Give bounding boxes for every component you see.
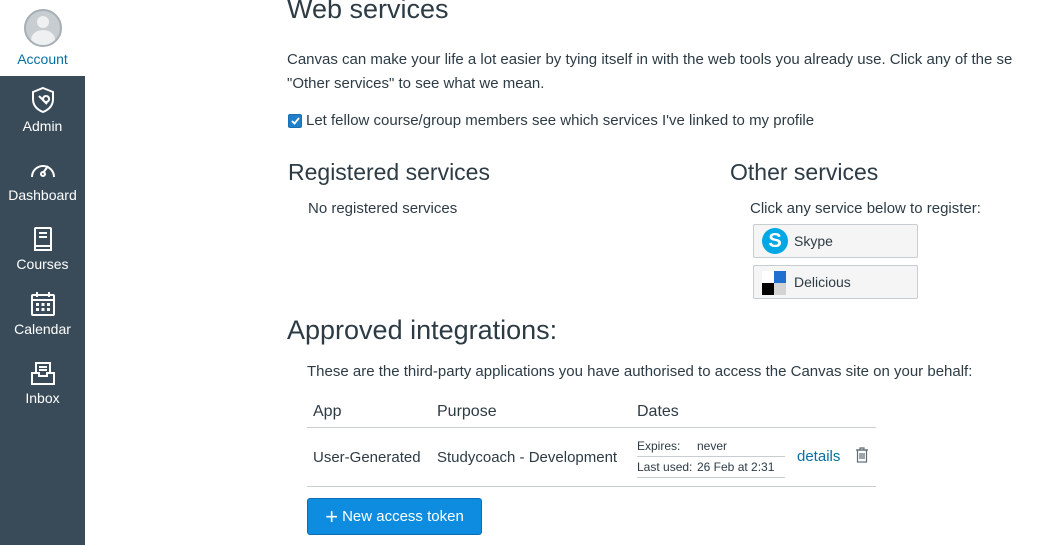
expires-value: never (697, 439, 728, 453)
calendar-icon (30, 292, 55, 316)
nav-courses[interactable]: Courses (0, 226, 85, 272)
nav-account-label: Account (17, 51, 68, 67)
new-access-token-button[interactable]: + New access token (307, 498, 482, 535)
app-cell: User-Generated (307, 427, 431, 487)
integrations-table: App Purpose Dates User-Generated Studyco… (307, 397, 876, 487)
share-services-checkbox-row[interactable]: Let fellow course/group members see whic… (288, 112, 814, 129)
skype-label: Skype (794, 233, 833, 249)
purpose-cell: Studycoach - Development (431, 427, 631, 487)
actions-cell: details (791, 427, 876, 487)
new-access-token-label: New access token (342, 508, 464, 525)
dashboard-gauge-icon (30, 165, 55, 178)
avatar (23, 9, 62, 47)
global-nav: Account Admin Dashboard Courses Calendar… (0, 0, 85, 545)
last-used-label: Last used: (637, 460, 693, 474)
intro-line-2: "Other services" to see what we mean. (287, 75, 545, 92)
table-header-row: App Purpose Dates (307, 397, 876, 428)
share-services-label: Let fellow course/group members see whic… (306, 112, 815, 129)
skype-icon: S (762, 228, 788, 254)
nav-admin-label: Admin (22, 118, 63, 134)
last-used-line: Last used: 26 Feb at 2:31 (637, 457, 785, 478)
expires-line: Expires: never (637, 436, 785, 457)
delicious-icon (762, 269, 788, 295)
nav-account[interactable]: Account (0, 0, 85, 76)
nav-dashboard[interactable]: Dashboard (0, 158, 85, 203)
nav-inbox[interactable]: Inbox (0, 360, 85, 406)
dates-cell: Expires: never Last used: 26 Feb at 2:31 (631, 427, 791, 487)
table-row: User-Generated Studycoach - Development … (307, 427, 876, 487)
courses-book-icon (33, 227, 52, 251)
delicious-label: Delicious (794, 274, 851, 290)
intro-line-1: Canvas can make your life a lot easier b… (287, 51, 1013, 68)
last-used-value: 26 Feb at 2:31 (697, 460, 775, 474)
nav-dashboard-label: Dashboard (8, 187, 77, 203)
trash-icon[interactable] (855, 447, 869, 467)
delicious-service-button[interactable]: Delicious (753, 265, 918, 299)
other-services-hint: Click any service below to register: (750, 200, 981, 217)
check-icon (290, 116, 300, 125)
plus-icon: + (325, 503, 339, 529)
no-registered-services-text: No registered services (308, 200, 458, 217)
other-services-title: Other services (730, 159, 879, 185)
skype-service-button[interactable]: S Skype (753, 224, 918, 258)
share-services-checkbox[interactable] (288, 113, 302, 128)
nav-calendar[interactable]: Calendar (0, 291, 85, 337)
column-header-purpose: Purpose (431, 397, 631, 428)
expires-label: Expires: (637, 439, 681, 453)
nav-admin[interactable]: Admin (0, 86, 85, 134)
column-header-dates: Dates (631, 397, 791, 428)
registered-services-title: Registered services (288, 159, 490, 185)
nav-inbox-label: Inbox (25, 390, 60, 406)
page-title: Web services (287, 0, 449, 24)
details-link[interactable]: details (797, 448, 840, 465)
column-header-app: App (307, 397, 431, 428)
nav-calendar-label: Calendar (14, 321, 71, 337)
admin-shield-icon (31, 86, 54, 114)
column-header-actions (791, 397, 876, 428)
nav-courses-label: Courses (16, 256, 69, 272)
approved-integrations-description: These are the third-party applications y… (307, 363, 973, 380)
intro-text: Canvas can make your life a lot easier b… (287, 48, 1045, 96)
approved-integrations-title: Approved integrations: (287, 315, 558, 345)
inbox-icon (30, 362, 55, 385)
